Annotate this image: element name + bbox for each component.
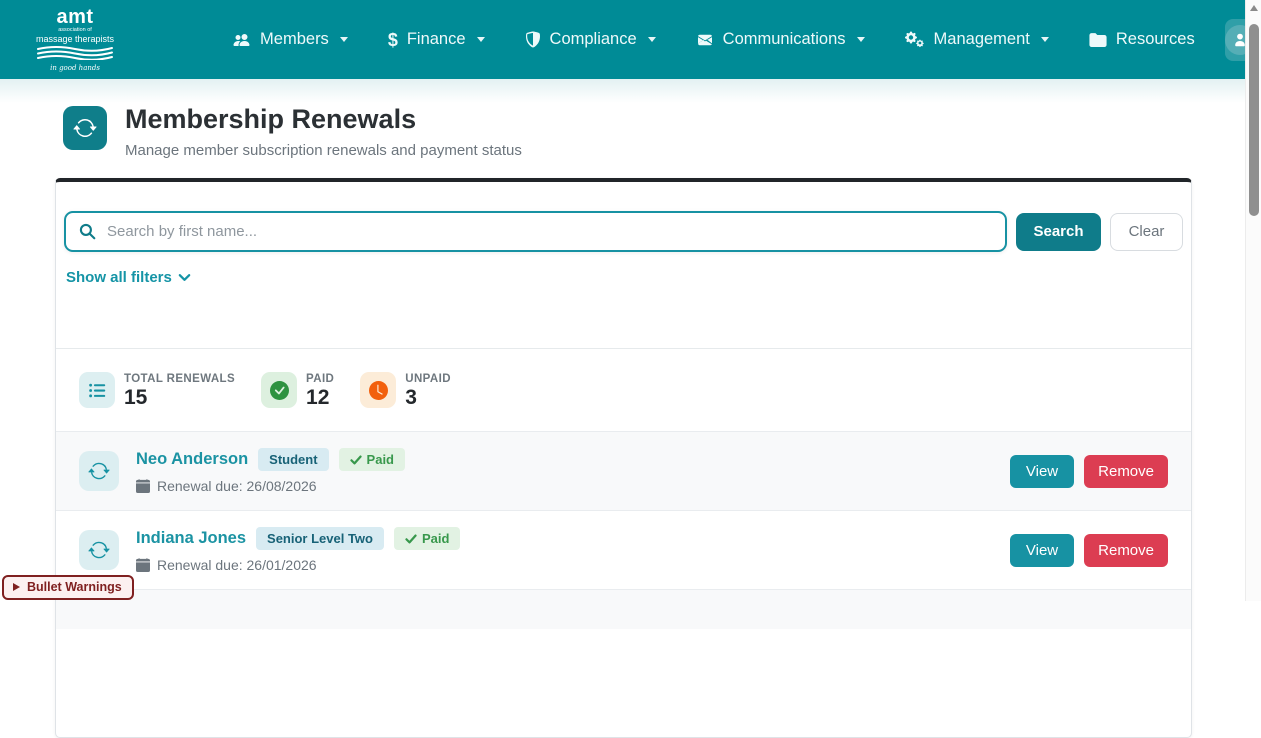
nav-label: Finance [407,30,466,49]
remove-button[interactable]: Remove [1084,455,1168,488]
renewal-due-text: Renewal due: 26/08/2026 [157,478,317,494]
stat-paid: PAID 12 [261,372,334,408]
calendar-icon [136,479,150,493]
page-title: Membership Renewals [125,106,522,133]
paid-badge-label: Paid [422,531,449,546]
caret-down-icon [340,37,348,42]
caret-down-icon [857,37,865,42]
nav-label: Management [934,30,1030,49]
member-row: Indiana Jones Senior Level Two Paid Rene… [56,510,1191,589]
filters-toggle-label: Show all filters [66,269,172,286]
show-all-filters-toggle[interactable]: Show all filters [66,269,192,286]
folder-icon [1089,32,1107,47]
play-icon [13,583,20,591]
nav-item-members[interactable]: Members [232,30,348,49]
refresh-icon [79,530,119,570]
caret-down-icon [1041,37,1049,42]
shield-icon [525,31,541,48]
level-badge: Student [258,448,328,471]
navbar-fade [0,79,1245,103]
renewals-card: Search Clear Show all filters TOTAL RENE… [55,178,1192,738]
paid-badge-label: Paid [367,452,394,467]
users-icon [232,32,251,48]
stat-total-renewals: TOTAL RENEWALS 15 [79,372,235,408]
paid-badge: Paid [339,448,405,471]
search-box [64,211,1007,252]
paid-badge: Paid [394,527,460,550]
search-section: Search Clear Show all filters [56,182,1191,348]
logo-tagline: in good hands [36,65,114,72]
logo-subtext-2: massage therapists [36,35,114,44]
nav-item-management[interactable]: Management [905,30,1049,49]
member-row: Neo Anderson Student Paid Renewal due: 2… [56,431,1191,510]
check-circle-icon [261,372,297,408]
stat-unpaid: UNPAID 3 [360,372,451,408]
nav-item-compliance[interactable]: Compliance [525,30,656,49]
nav-label: Resources [1116,30,1195,49]
member-name[interactable]: Neo Anderson [136,450,248,469]
nav-item-resources[interactable]: Resources [1089,30,1195,49]
bullet-warnings-button[interactable]: Bullet Warnings [2,575,134,600]
chevron-down-icon [177,270,192,285]
search-icon [79,223,96,240]
stats-section: TOTAL RENEWALS 15 PAID 12 UNPAID 3 [56,348,1191,431]
stat-value: 12 [306,387,334,408]
page-header: Membership Renewals Manage member subscr… [63,106,522,159]
envelope-icon [696,33,714,47]
nav-label: Compliance [550,30,637,49]
nav-label: Members [260,30,329,49]
level-badge: Senior Level Two [256,527,384,550]
bullet-warnings-label: Bullet Warnings [27,580,122,594]
clock-icon [360,372,396,408]
stat-value: 3 [405,387,451,408]
check-icon [405,533,417,545]
caret-down-icon [477,37,485,42]
amt-logo[interactable]: amt association of massage therapists in… [36,7,114,72]
member-row-partial [56,589,1191,629]
top-navbar: amt association of massage therapists in… [0,0,1245,79]
nav-label: Communications [723,30,846,49]
scroll-up-arrow-icon[interactable] [1250,5,1258,11]
calendar-icon [136,558,150,572]
stat-label: TOTAL RENEWALS [124,373,235,385]
member-name[interactable]: Indiana Jones [136,529,246,548]
stat-label: PAID [306,373,334,385]
search-button[interactable]: Search [1016,213,1101,251]
view-button[interactable]: View [1010,534,1074,567]
refresh-icon [63,106,107,150]
nav-item-communications[interactable]: Communications [696,30,865,49]
waves-icon [36,46,114,64]
list-icon [79,372,115,408]
check-icon [350,454,362,466]
scrollbar-thumb[interactable] [1249,24,1259,216]
logo-subtext-1: association of [36,28,114,34]
caret-down-icon [648,37,656,42]
dollar-icon: $ [388,31,398,49]
clear-button[interactable]: Clear [1110,213,1183,251]
view-button[interactable]: View [1010,455,1074,488]
page-subtitle: Manage member subscription renewals and … [125,142,522,159]
nav-item-finance[interactable]: $ Finance [388,30,485,49]
remove-button[interactable]: Remove [1084,534,1168,567]
gears-icon [905,31,925,48]
stat-label: UNPAID [405,373,451,385]
nav-menu: Members $ Finance Compliance Communicati… [232,30,1195,49]
search-input[interactable] [105,213,1005,250]
renewal-due-text: Renewal due: 26/01/2026 [157,557,317,573]
vertical-scrollbar[interactable] [1245,0,1261,601]
stat-value: 15 [124,387,235,408]
logo-text: amt [36,7,114,27]
refresh-icon [79,451,119,491]
